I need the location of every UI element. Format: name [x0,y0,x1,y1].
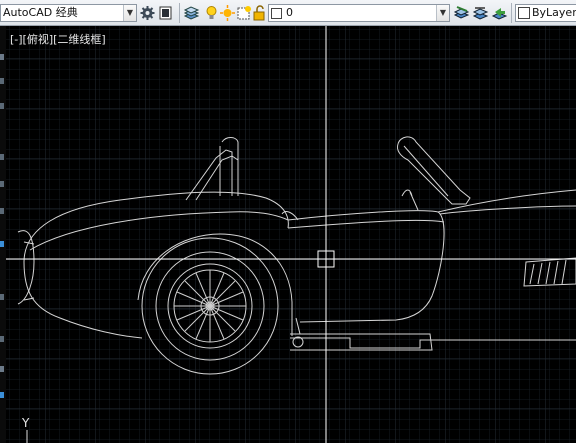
match-layer-icon[interactable] [472,4,489,22]
layer-color-swatch [271,7,282,19]
workspace-dropdown[interactable]: AutoCAD 经典 ▼ [0,4,137,22]
viewport-controls-label[interactable]: [-][俯视][二维线框] [10,31,106,47]
palette-tool-marker[interactable] [0,181,4,187]
chevron-down-icon[interactable]: ▼ [436,5,449,21]
color-dropdown-value: ByLayer [532,6,576,19]
palette-tool-marker[interactable] [0,336,4,342]
palette-tool-marker[interactable] [0,103,4,109]
palette-tool-marker[interactable] [0,294,4,300]
toolbar-separator [179,3,180,23]
bulb-on-icon[interactable] [203,4,220,22]
gear-icon[interactable] [139,4,156,22]
toolbar-separator [511,3,512,23]
palette-tool-marker[interactable] [0,392,4,398]
color-dropdown[interactable]: ByLayer [515,4,576,22]
layer-manager-icon[interactable] [183,4,200,22]
properties-toolbar: AutoCAD 经典 ▼ 0 ▼ ByLayer [0,0,576,26]
layer-dropdown[interactable]: 0 ▼ [268,4,450,22]
palette-tool-marker[interactable] [0,78,4,84]
color-swatch-icon [518,7,530,19]
palette-tool-marker[interactable] [0,154,4,160]
layer-dropdown-value: 0 [286,6,293,19]
lock-icon[interactable] [251,4,268,22]
palette-tool-marker[interactable] [0,366,4,372]
make-current-layer-icon[interactable] [453,4,470,22]
chevron-down-icon[interactable]: ▼ [123,5,136,21]
palette-tool-marker[interactable] [0,208,4,214]
workspace-settings-icon[interactable] [157,4,174,22]
palette-tool-marker[interactable] [0,54,4,60]
workspace-dropdown-value: AutoCAD 经典 [3,6,78,19]
palette-tool-marker[interactable] [0,241,4,247]
major-grid [6,26,576,443]
sun-freeze-icon[interactable] [219,4,236,22]
layer-previous-icon[interactable] [491,4,508,22]
ucs-y-axis-label: Y [22,416,30,430]
drawing-area[interactable] [6,26,576,443]
